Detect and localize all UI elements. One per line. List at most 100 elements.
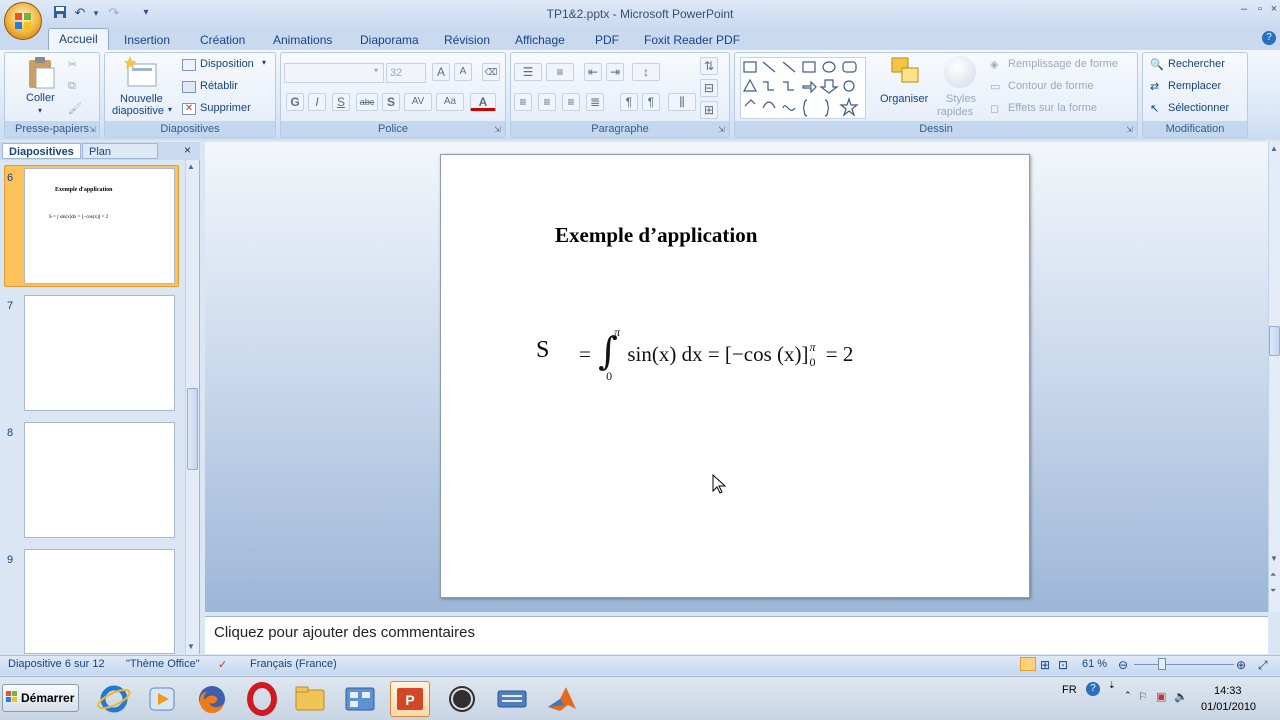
matlab-icon[interactable]: [542, 681, 582, 717]
network-icon[interactable]: ▣: [1156, 690, 1166, 703]
tray-expand-icon[interactable]: ⇣: [1108, 680, 1116, 691]
file-explorer-icon[interactable]: [290, 681, 330, 717]
slide-thumbnail[interactable]: [24, 295, 175, 411]
new-slide-icon[interactable]: [124, 56, 158, 91]
quick-styles-label-2[interactable]: rapides: [937, 106, 973, 118]
sorter-view-icon[interactable]: ⊞: [1040, 658, 1050, 672]
numbering-icon[interactable]: ≡: [546, 63, 574, 81]
tab-animations[interactable]: Animations: [269, 31, 336, 51]
zoom-slider[interactable]: [1134, 664, 1234, 665]
reset-button[interactable]: Rétablir: [200, 80, 238, 92]
format-painter-icon[interactable]: 🖌: [68, 102, 82, 115]
new-slide-label-1[interactable]: Nouvelle: [120, 93, 163, 105]
minimize-icon[interactable]: –: [1236, 3, 1252, 17]
quick-styles-label-1[interactable]: Styles: [946, 93, 976, 105]
powerpoint-taskbar-icon[interactable]: P: [390, 681, 430, 717]
spellcheck-icon[interactable]: ✓: [218, 658, 227, 671]
cut-icon[interactable]: ✂: [68, 58, 77, 71]
slideshow-view-icon[interactable]: ⊡: [1058, 658, 1068, 672]
keyboard-app-icon[interactable]: [492, 681, 532, 717]
zoom-in-icon[interactable]: ⊕: [1236, 658, 1246, 672]
find-icon[interactable]: 🔍: [1150, 58, 1164, 71]
panel-scrollbar[interactable]: ▲ ▼: [185, 160, 199, 654]
arrange-button[interactable]: Organiser: [880, 93, 928, 105]
decrease-indent-icon[interactable]: ⇤: [584, 63, 602, 81]
columns-icon[interactable]: ⫼: [668, 93, 696, 111]
tray-help-icon[interactable]: ?: [1086, 682, 1100, 696]
next-slide-icon[interactable]: ⏷: [1270, 586, 1276, 596]
grow-font-icon[interactable]: A: [432, 63, 450, 81]
equation[interactable]: = ∫ π 0 sin(x) dx = [−cos (x)] π 0 = 2: [579, 325, 853, 383]
media-player-icon[interactable]: [142, 681, 182, 717]
new-slide-dropdown-icon[interactable]: ▾: [168, 105, 172, 114]
shape-outline-button[interactable]: Contour de forme: [1008, 80, 1094, 92]
zoom-level[interactable]: 61 %: [1082, 658, 1107, 670]
find-button[interactable]: Rechercher: [1168, 58, 1225, 70]
close-panel-icon[interactable]: ×: [184, 143, 191, 157]
obs-icon[interactable]: [442, 681, 482, 717]
canvas-scrollbar[interactable]: ▲ ▼ ⏶ ⏷: [1268, 142, 1280, 612]
replace-button[interactable]: Remplacer: [1168, 80, 1221, 92]
align-text-icon[interactable]: ⊟: [700, 79, 718, 97]
slide-title[interactable]: Exemple d’application: [555, 223, 757, 248]
tab-plan[interactable]: Plan: [82, 143, 158, 159]
shapes-gallery[interactable]: [740, 57, 866, 119]
copy-icon[interactable]: ⧉: [68, 80, 76, 93]
arrange-icon[interactable]: [890, 56, 922, 95]
font-launcher-icon[interactable]: ⇲: [494, 125, 501, 134]
shape-effects-button[interactable]: Effets sur la forme: [1008, 102, 1097, 114]
notes-placeholder[interactable]: Cliquez pour ajouter des commentaires: [214, 624, 475, 641]
replace-icon[interactable]: ⇄: [1150, 80, 1159, 93]
canvas-scroll-down-icon[interactable]: ▼: [1270, 554, 1278, 563]
bold-button[interactable]: G: [286, 93, 304, 111]
italic-button[interactable]: I: [308, 93, 326, 111]
shape-outline-icon[interactable]: ▭: [990, 80, 1000, 93]
select-button[interactable]: Sélectionner: [1168, 102, 1229, 114]
font-color-button[interactable]: A: [470, 93, 496, 111]
align-left-icon[interactable]: ≡: [514, 93, 532, 111]
language-bar[interactable]: FR: [1062, 684, 1077, 696]
underline-button[interactable]: S: [332, 93, 350, 111]
paste-icon[interactable]: [26, 56, 56, 93]
clipboard-launcher-icon[interactable]: ⇲: [89, 125, 96, 134]
tab-diapositives[interactable]: Diapositives: [2, 143, 81, 159]
increase-indent-icon[interactable]: ⇥: [606, 63, 624, 81]
normal-view-icon[interactable]: [1020, 657, 1036, 671]
internet-explorer-icon[interactable]: [94, 681, 134, 717]
bullets-icon[interactable]: ☰: [514, 63, 542, 81]
control-panel-icon[interactable]: [340, 681, 380, 717]
char-spacing-button[interactable]: AV: [404, 93, 432, 111]
clear-format-icon[interactable]: ⌫: [482, 63, 500, 81]
tab-accueil[interactable]: Accueil: [48, 28, 109, 51]
scroll-down-icon[interactable]: ▼: [187, 642, 195, 651]
layout-dropdown-icon[interactable]: ▾: [262, 58, 266, 67]
volume-icon[interactable]: 🔈: [1174, 690, 1188, 703]
quick-styles-icon[interactable]: [944, 56, 976, 88]
zoom-out-icon[interactable]: ⊖: [1118, 658, 1128, 672]
office-button[interactable]: [4, 2, 42, 40]
delete-button[interactable]: Supprimer: [200, 102, 251, 114]
change-case-button[interactable]: Aa: [436, 93, 464, 111]
slide-thumbnail[interactable]: [24, 422, 175, 538]
align-center-icon[interactable]: ≡: [538, 93, 556, 111]
tab-revision[interactable]: Révision: [440, 31, 494, 51]
new-slide-label-2[interactable]: diapositive: [112, 105, 164, 117]
tab-insertion[interactable]: Insertion: [120, 31, 174, 51]
font-size-input[interactable]: 32: [386, 63, 426, 83]
shrink-font-icon[interactable]: A: [454, 63, 472, 81]
rtl-icon[interactable]: ¶: [642, 93, 660, 111]
panel-scroll-thumb[interactable]: [187, 388, 198, 470]
slide-thumbnail[interactable]: [24, 549, 175, 654]
paste-dropdown-icon[interactable]: ▾: [38, 106, 42, 115]
fit-to-window-icon[interactable]: ⤢: [1258, 658, 1268, 673]
firefox-icon[interactable]: [192, 681, 232, 717]
slide-thumbnail[interactable]: Exemple d'application S = ∫ sin(x)dx = […: [24, 168, 175, 284]
zoom-slider-thumb[interactable]: [1158, 658, 1166, 670]
shadow-button[interactable]: S: [382, 93, 400, 111]
opera-icon[interactable]: [242, 681, 282, 717]
canvas-scroll-thumb[interactable]: [1269, 326, 1280, 356]
clock-time[interactable]: 14:33: [1214, 685, 1242, 697]
previous-slide-icon[interactable]: ⏶: [1270, 570, 1276, 580]
smartart-icon[interactable]: ⊞: [700, 101, 718, 119]
font-name-input[interactable]: [284, 63, 384, 83]
